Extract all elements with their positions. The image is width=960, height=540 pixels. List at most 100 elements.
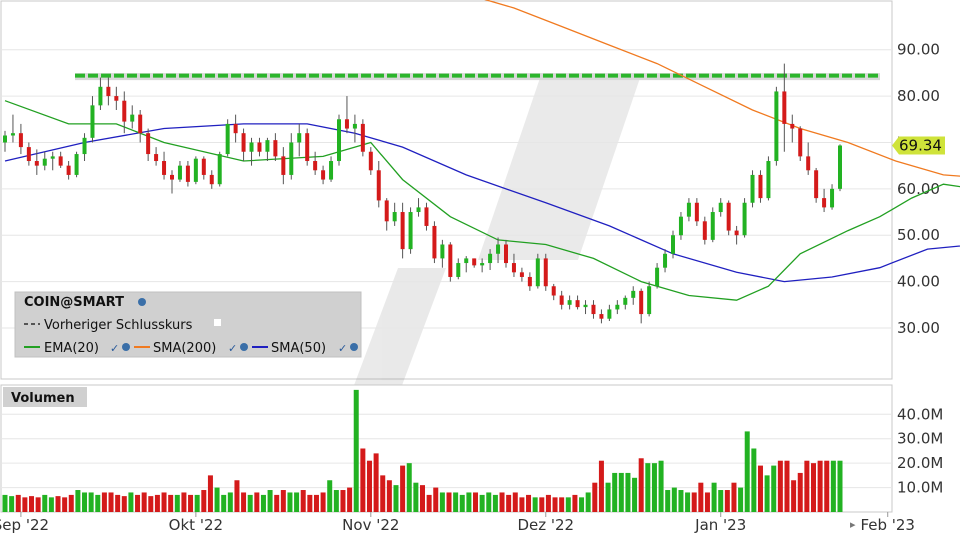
volume-bar xyxy=(645,463,651,512)
volume-bar xyxy=(174,494,180,512)
time-axis: Sep '22 Okt '22 Nov '22 Dez '22 Jan '23 Feb '… xyxy=(0,512,915,534)
volume-bar xyxy=(194,494,200,512)
candle-body xyxy=(297,133,302,143)
candle-body xyxy=(814,170,819,199)
candle-body xyxy=(710,212,715,240)
volume-bar xyxy=(22,497,28,512)
volume-bar xyxy=(82,492,88,512)
candle-body xyxy=(647,286,652,315)
volume-bar xyxy=(473,492,479,512)
volume-bar xyxy=(221,494,227,512)
volume-bar xyxy=(9,496,15,512)
candle-body xyxy=(233,123,238,134)
legend-ema20: EMA(20) xyxy=(44,341,99,356)
candle-body xyxy=(106,86,111,97)
time-tick-label: Sep '22 xyxy=(0,516,49,534)
candle-body xyxy=(146,133,151,155)
candle-body xyxy=(488,253,493,264)
candle-body xyxy=(26,147,31,162)
volume-bar xyxy=(386,480,392,512)
volume-bar xyxy=(559,497,565,512)
candle-body xyxy=(782,91,787,124)
legend-toggle-icon[interactable] xyxy=(214,319,221,326)
candle-body xyxy=(774,91,779,162)
volume-bar xyxy=(579,497,585,512)
volume-bar xyxy=(55,496,61,512)
candle-body xyxy=(368,151,373,171)
candle-body xyxy=(185,165,190,182)
candle-body xyxy=(758,174,763,199)
volume-bar xyxy=(161,492,167,512)
candle-body xyxy=(527,276,532,287)
volume-bar xyxy=(638,458,644,512)
volume-bar xyxy=(711,482,717,512)
candle-body xyxy=(138,114,143,134)
sma50-edit-icon[interactable]: ✓ xyxy=(338,343,347,355)
sma200-edit-icon[interactable]: ✓ xyxy=(228,343,237,355)
candle-body xyxy=(257,142,262,152)
volume-tick-label: 10.0M xyxy=(897,479,943,497)
volume-bar xyxy=(837,460,843,512)
volume-bar xyxy=(62,497,68,512)
volume-bar xyxy=(366,460,372,512)
volume-bar xyxy=(201,490,207,512)
volume-bar xyxy=(88,492,94,512)
candle-body xyxy=(416,207,421,213)
volume-bar xyxy=(420,485,425,512)
candle-body xyxy=(543,258,548,287)
volume-bar xyxy=(519,497,525,512)
volume-bar xyxy=(413,482,419,512)
volume-bar xyxy=(632,477,638,512)
volume-bar xyxy=(254,492,260,512)
candle-body xyxy=(50,156,55,159)
sma50-settings-icon[interactable] xyxy=(350,343,358,351)
candle-body xyxy=(265,140,270,152)
candle-body xyxy=(98,86,103,106)
candle-body xyxy=(838,145,842,189)
candle-body xyxy=(615,304,620,310)
scroll-right-icon[interactable]: ▸ xyxy=(850,519,856,531)
candle-body xyxy=(162,161,167,175)
candle-body xyxy=(440,244,445,259)
volume-bar xyxy=(48,497,54,512)
volume-bar xyxy=(75,490,81,512)
candle-body xyxy=(225,123,230,155)
volume-bar xyxy=(618,472,624,512)
symbol-settings-icon[interactable] xyxy=(138,298,146,306)
candle-body xyxy=(511,263,516,273)
candle-body xyxy=(424,207,429,226)
candle-body xyxy=(535,258,540,287)
volume-bar xyxy=(280,490,286,512)
volume-bar xyxy=(572,494,578,512)
legend-sma200: SMA(200) xyxy=(153,341,216,356)
volume-tick-label: 40.0M xyxy=(897,405,943,423)
volume-bar xyxy=(492,494,498,512)
volume-bar xyxy=(512,492,518,512)
candle-body xyxy=(360,123,365,152)
volume-bar xyxy=(42,494,48,512)
sma200-settings-icon[interactable] xyxy=(240,343,248,351)
volume-bar xyxy=(393,485,399,512)
volume-bar xyxy=(294,492,300,512)
ema20-settings-icon[interactable] xyxy=(122,343,130,351)
volume-bar xyxy=(797,472,803,512)
candle-body xyxy=(790,123,795,129)
ema20-edit-icon[interactable]: ✓ xyxy=(110,343,119,355)
candle-body xyxy=(726,202,731,231)
last-price-label: 69.34 xyxy=(899,137,942,155)
candle-body xyxy=(352,123,357,129)
volume-bar xyxy=(459,494,465,512)
legend-symbol: COIN@SMART xyxy=(24,295,124,310)
volume-bar xyxy=(764,475,770,512)
volume-bar xyxy=(771,465,777,512)
candle-body xyxy=(130,114,135,122)
price-tick-label: 50.00 xyxy=(897,226,940,244)
candle-body xyxy=(400,212,405,250)
volume-bar xyxy=(347,487,353,512)
volume-bar xyxy=(545,494,551,512)
volume-bar xyxy=(95,494,101,512)
candle-body xyxy=(66,165,71,175)
candle-body xyxy=(623,297,628,305)
volume-bar xyxy=(260,494,266,512)
volume-bar xyxy=(486,492,492,512)
